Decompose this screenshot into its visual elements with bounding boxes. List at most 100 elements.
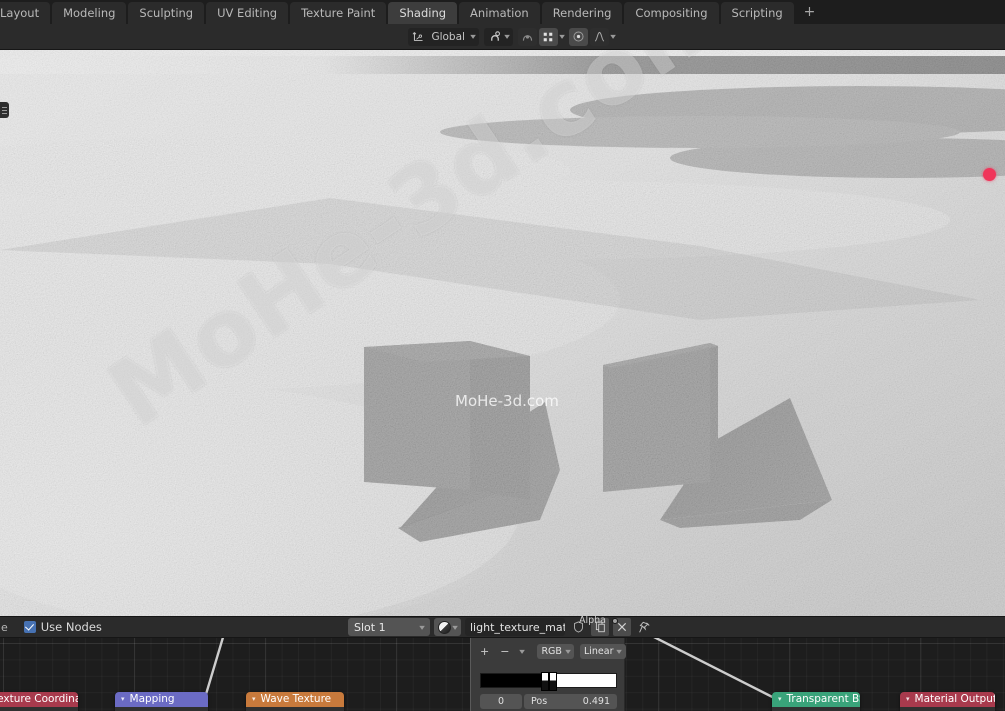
chevron-down-icon: ▾: [419, 622, 425, 632]
interpolation-dropdown[interactable]: Linear ▾: [579, 644, 626, 659]
pos-label: Pos: [531, 696, 548, 707]
workspace-tab-label: Compositing: [635, 6, 708, 20]
falloff-curve-button[interactable]: [589, 27, 609, 46]
falloff-group: ▾: [568, 27, 616, 46]
material-sphere-icon: [437, 620, 451, 634]
node-title: Wave Texture: [260, 693, 332, 705]
color-ramp-fields: 0 Pos 0.491: [480, 694, 617, 709]
workspace-tab-sculpting[interactable]: Sculpting: [128, 2, 205, 24]
pin-button[interactable]: [635, 618, 653, 636]
proportional-falloff-icon: [521, 30, 534, 43]
workspace-tab-label: Layout: [0, 6, 40, 20]
node-transparent-bsdf[interactable]: ▾ Transparent BSDF: [772, 692, 860, 711]
workspace-tab-label: Rendering: [552, 6, 612, 20]
workspace-tab-label: Animation: [470, 6, 529, 20]
workspace-tab-uv-editing[interactable]: UV Editing: [206, 2, 289, 24]
interpolation-value: Linear: [583, 646, 614, 657]
remove-color-stop-button[interactable]: −: [500, 645, 509, 658]
color-mode-dropdown[interactable]: RGB ▾: [537, 644, 574, 659]
node-collapse-icon[interactable]: ▾: [906, 692, 910, 707]
proportional-edit-group: ▾: [517, 27, 565, 46]
node-title: Texture Coordinate: [0, 693, 78, 705]
color-ramp-gradient-bar[interactable]: [480, 672, 617, 691]
browse-material-dropdown[interactable]: ▾: [433, 618, 461, 636]
workspace-tab-modeling[interactable]: Modeling: [52, 2, 127, 24]
sidebar-toggle-tab[interactable]: [0, 102, 9, 118]
viewport-render-canvas: [0, 50, 1005, 616]
workspace-tab-texture-paint[interactable]: Texture Paint: [290, 2, 387, 24]
active-stop-index-field[interactable]: 0: [480, 694, 522, 709]
node-collapse-icon[interactable]: ▾: [121, 692, 125, 707]
proportional-edit-toggle[interactable]: [517, 27, 537, 46]
alpha-socket-icon[interactable]: [612, 617, 618, 624]
node-mapping[interactable]: ▾ Mapping: [115, 692, 208, 711]
material-slot-dropdown[interactable]: Slot 1 ▾: [347, 618, 430, 636]
node-body: [0, 707, 78, 711]
color-stop-handle[interactable]: [541, 672, 549, 691]
use-nodes-checkbox[interactable]: Use Nodes: [23, 620, 102, 634]
falloff-curve-icon: [593, 30, 606, 43]
mirror-toggle-button[interactable]: [568, 27, 588, 46]
chevron-down-icon[interactable]: ▾: [559, 32, 565, 41]
viewport-header-controls: Global ▾ ▾ ▾ ▾: [408, 27, 1005, 46]
chevron-down-icon: ▾: [565, 647, 571, 656]
workspace-tab-scripting[interactable]: Scripting: [720, 2, 794, 24]
chevron-down-icon: ▾: [504, 32, 510, 41]
blender-window: Layout Modeling Sculpting UV Editing Tex…: [0, 0, 1005, 711]
node-wave-texture[interactable]: ▾ Wave Texture: [246, 692, 344, 711]
workspace-tab-label: Sculpting: [139, 6, 194, 20]
workspace-tab-shading[interactable]: Shading: [388, 2, 458, 24]
light-object-marker[interactable]: [983, 168, 996, 181]
node-body: [115, 707, 208, 711]
chevron-down-icon: ▾: [616, 647, 623, 656]
workspace-tab-label: Texture Paint: [301, 6, 376, 20]
color-ramp-panel[interactable]: Alpha + − ▾ RGB ▾ Linear ▾ 0 Pos 0.491: [470, 615, 626, 711]
workspace-tab-rendering[interactable]: Rendering: [541, 2, 623, 24]
workspace-tab-label: Modeling: [63, 6, 116, 20]
viewport-header: Global ▾ ▾ ▾ ▾: [0, 24, 1005, 50]
proportional-dots-icon: [542, 31, 554, 43]
workspace-tab-layout[interactable]: Layout: [0, 2, 51, 24]
proportional-objects-toggle[interactable]: [538, 27, 558, 46]
chevron-down-icon[interactable]: ▾: [610, 32, 616, 41]
orientation-axis-icon: [412, 30, 425, 43]
node-body: [772, 707, 860, 711]
snap-magnet-icon: [488, 30, 502, 43]
node-collapse-icon[interactable]: ▾: [252, 692, 256, 707]
node-texture-coordinate[interactable]: ▾ Texture Coordinate: [0, 692, 78, 711]
workspace-tab-label: Scripting: [731, 6, 783, 20]
color-mode-value: RGB: [541, 646, 562, 657]
color-stop-handle-active[interactable]: [549, 672, 557, 691]
add-workspace-button[interactable]: +: [796, 2, 824, 24]
stop-position-field[interactable]: Pos 0.491: [524, 694, 617, 709]
alpha-label: Alpha: [578, 615, 606, 626]
mirror-toggle-icon: [572, 30, 585, 43]
shader-editor-header-right: Slot 1 ▾ ▾ light_texture_materi...: [347, 618, 1005, 636]
checkbox-check-icon: [23, 621, 36, 633]
alpha-output-socket-row: Alpha: [579, 615, 618, 626]
node-body: [900, 707, 995, 711]
node-title: Mapping: [129, 693, 175, 705]
chevron-down-icon: ▾: [470, 32, 476, 41]
3d-viewport[interactable]: MoHe-3d.com MoHe-3d.com: [0, 50, 1005, 616]
workspace-tab-animation[interactable]: Animation: [459, 2, 540, 24]
snap-dropdown[interactable]: ▾: [483, 27, 513, 46]
node-collapse-icon[interactable]: ▾: [778, 692, 782, 707]
shader-editor-header: de Use Nodes Slot 1 ▾ ▾ light_texture_ma…: [0, 616, 1005, 638]
workspace-tab-bar: Layout Modeling Sculpting UV Editing Tex…: [0, 0, 1005, 24]
color-ramp-menu-icon[interactable]: ▾: [520, 647, 526, 656]
transform-orientation-dropdown[interactable]: Global ▾: [408, 27, 479, 46]
workspace-tab-compositing[interactable]: Compositing: [624, 2, 719, 24]
add-color-stop-button[interactable]: +: [480, 645, 489, 658]
color-ramp-toolbar: + − ▾ RGB ▾ Linear ▾: [471, 638, 626, 659]
node-title: Transparent BSDF: [786, 693, 860, 705]
chevron-down-icon: ▾: [452, 622, 458, 632]
workspace-tab-label: UV Editing: [217, 6, 278, 20]
use-nodes-label: Use Nodes: [40, 620, 102, 634]
node-title: Material Output: [914, 693, 995, 705]
material-slot-value: Slot 1: [353, 620, 386, 634]
pos-value: 0.491: [582, 696, 610, 707]
node-material-output[interactable]: ▾ Material Output: [900, 692, 995, 711]
material-name-field[interactable]: light_texture_materi...: [465, 618, 565, 636]
workspace-tab-label: Shading: [399, 6, 447, 20]
